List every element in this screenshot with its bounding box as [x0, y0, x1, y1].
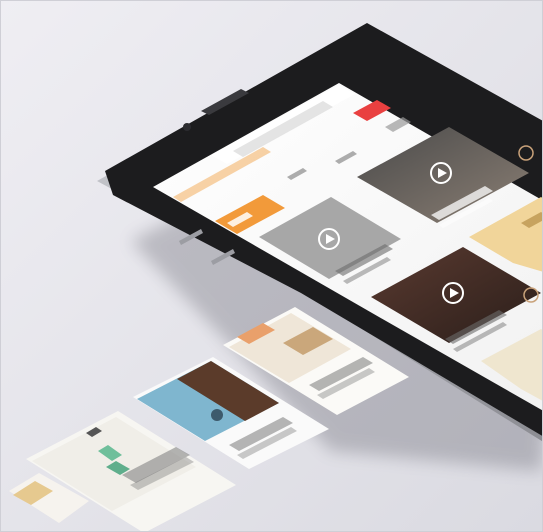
mockup-illustration	[1, 1, 542, 531]
image-frame	[0, 0, 543, 532]
